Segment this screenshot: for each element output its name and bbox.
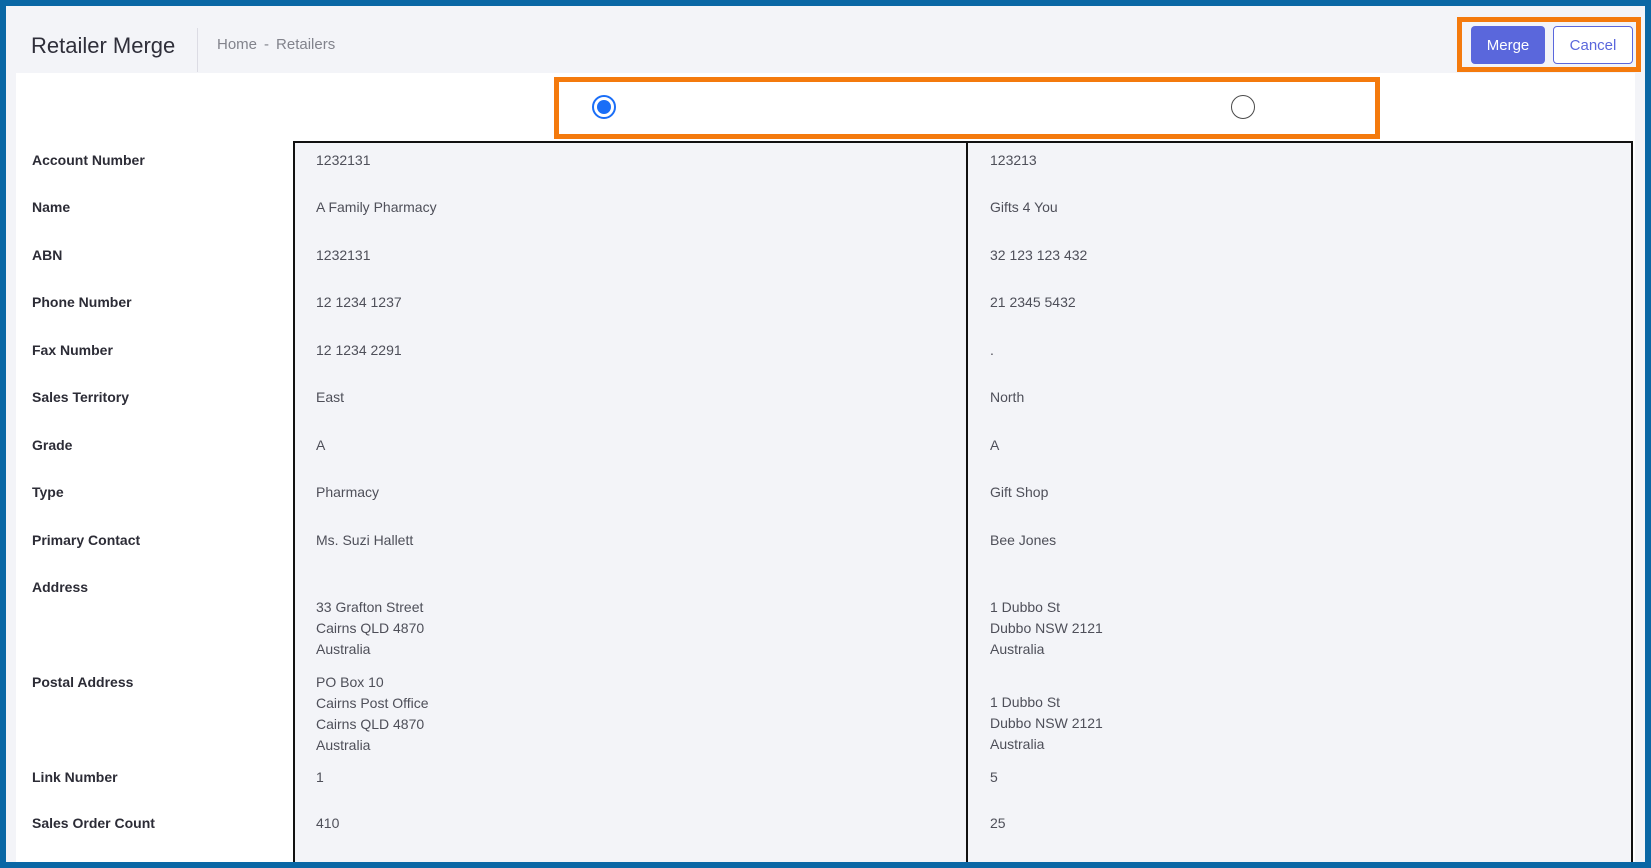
- select-record-right-radio[interactable]: [1231, 95, 1255, 119]
- left-account-number: 1232131: [316, 152, 371, 168]
- cancel-button[interactable]: Cancel: [1553, 26, 1633, 64]
- label-address: Address: [32, 579, 89, 595]
- right-address-line: 1 Dubbo St: [990, 599, 1061, 615]
- left-fax-number: 12 1234 2291: [316, 342, 402, 358]
- right-address-line: Dubbo NSW 2121: [990, 620, 1103, 636]
- left-address-line: 33 Grafton Street: [316, 599, 424, 615]
- merge-content: Account Number Name ABN Phone Number Fax…: [16, 73, 1635, 862]
- right-address-line: Australia: [990, 641, 1045, 657]
- record-column-right: 123213 Gifts 4 You 32 123 123 432 21 234…: [966, 141, 1633, 862]
- left-postal-address-line: Australia: [316, 737, 371, 753]
- left-primary-contact: Ms. Suzi Hallett: [316, 532, 414, 548]
- left-postal-address: PO Box 10 Cairns Post Office Cairns QLD …: [316, 672, 429, 756]
- right-fax-number: .: [990, 342, 994, 358]
- label-sales-order-count: Sales Order Count: [32, 815, 155, 831]
- right-postal-address-line: Australia: [990, 736, 1045, 752]
- right-postal-address: 1 Dubbo St Dubbo NSW 2121 Australia: [990, 692, 1103, 755]
- right-postal-address-line: 1 Dubbo St: [990, 694, 1061, 710]
- label-type: Type: [32, 484, 64, 500]
- label-name: Name: [32, 199, 71, 215]
- left-sales-order-count: 410: [316, 815, 340, 831]
- page-title: Retailer Merge: [31, 33, 176, 58]
- label-primary-contact: Primary Contact: [32, 532, 141, 548]
- left-type: Pharmacy: [316, 484, 380, 500]
- left-postal-address-line: Cairns Post Office: [316, 695, 429, 711]
- label-fax-number: Fax Number: [32, 342, 113, 358]
- left-address-line: Cairns QLD 4870: [316, 620, 425, 636]
- label-sales-territory: Sales Territory: [32, 389, 130, 405]
- right-sales-territory: North: [990, 389, 1025, 405]
- page-header: Retailer Merge Home - Retailers Merge Canc…: [6, 6, 1645, 73]
- right-address: 1 Dubbo St Dubbo NSW 2121 Australia: [990, 597, 1103, 660]
- left-phone-number: 12 1234 1237: [316, 294, 402, 310]
- right-name: Gifts 4 You: [990, 199, 1058, 215]
- merge-button[interactable]: Merge: [1471, 26, 1545, 64]
- label-grade: Grade: [32, 437, 73, 453]
- right-type: Gift Shop: [990, 484, 1049, 500]
- left-sales-territory: East: [316, 389, 345, 405]
- right-grade: A: [990, 437, 1000, 453]
- right-primary-contact: Bee Jones: [990, 532, 1057, 548]
- select-record-left-radio[interactable]: [592, 95, 616, 119]
- record-column-left: 1232131 A Family Pharmacy 1232131 12 123…: [293, 141, 969, 862]
- right-sales-order-count: 25: [990, 815, 1006, 831]
- left-link-number: 1: [316, 769, 324, 785]
- label-phone-number: Phone Number: [32, 294, 132, 310]
- header-divider: [197, 28, 198, 72]
- breadcrumb-home[interactable]: Home: [217, 36, 257, 53]
- label-account-number: Account Number: [32, 152, 145, 168]
- left-name: A Family Pharmacy: [316, 199, 437, 215]
- app-frame: Retailer Merge Home - Retailers Merge Canc…: [6, 6, 1645, 862]
- right-account-number: 123213: [990, 152, 1037, 168]
- breadcrumb: Home - Retailers: [217, 36, 335, 53]
- label-postal-address: Postal Address: [32, 674, 134, 690]
- right-link-number: 5: [990, 769, 998, 785]
- label-link-number: Link Number: [32, 769, 118, 785]
- left-postal-address-line: Cairns QLD 4870: [316, 716, 425, 732]
- breadcrumb-separator: -: [264, 36, 270, 53]
- label-abn: ABN: [32, 247, 63, 263]
- breadcrumb-retailers[interactable]: Retailers: [276, 36, 335, 53]
- record-selector-highlight-box: [554, 77, 1380, 139]
- left-postal-address-line: PO Box 10: [316, 674, 384, 690]
- right-abn: 32 123 123 432: [990, 247, 1088, 263]
- left-address-line: Australia: [316, 641, 371, 657]
- right-postal-address-line: Dubbo NSW 2121: [990, 715, 1103, 731]
- right-phone-number: 21 2345 5432: [990, 294, 1076, 310]
- left-grade: A: [316, 437, 326, 453]
- left-address: 33 Grafton Street Cairns QLD 4870 Austra…: [316, 597, 424, 660]
- left-abn: 1232131: [316, 247, 371, 263]
